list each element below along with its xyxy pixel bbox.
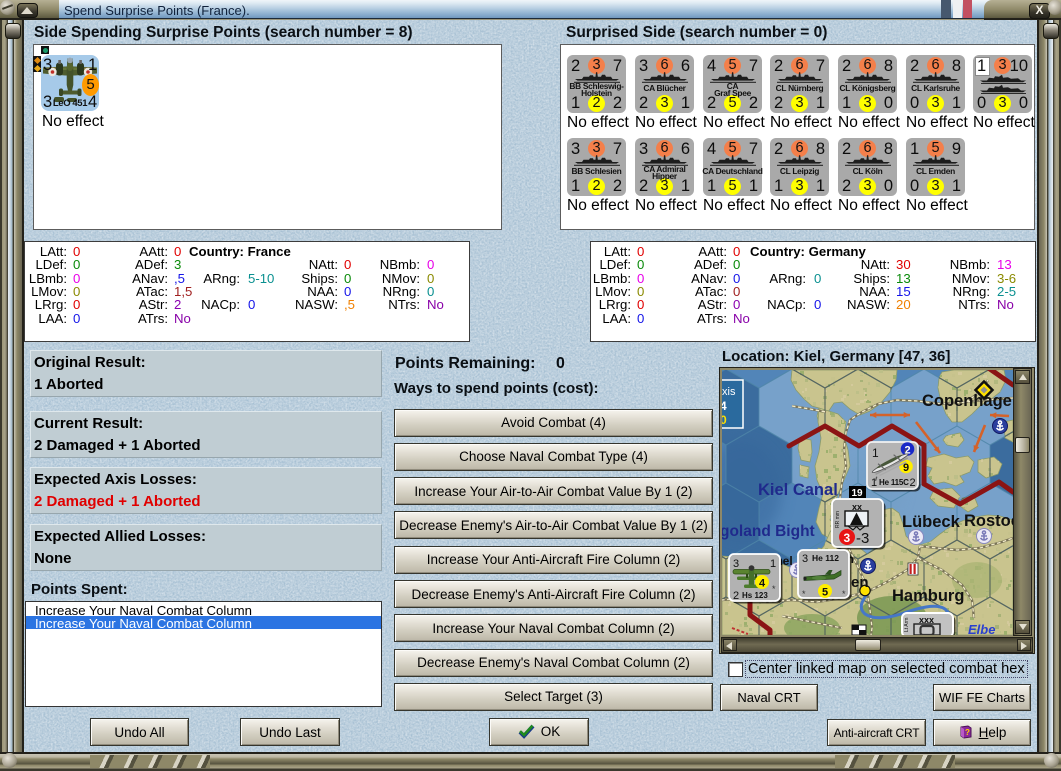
- svg-text:3: 3: [844, 531, 851, 545]
- svg-text:2: 2: [910, 477, 916, 489]
- svg-text:Hs 123: Hs 123: [742, 591, 768, 600]
- svg-text:1: 1: [770, 558, 776, 570]
- svg-text:19: 19: [852, 488, 864, 499]
- svg-text:*: *: [772, 584, 776, 594]
- svg-text:Kiel Canal: Kiel Canal: [758, 481, 838, 499]
- svg-text:xis: xis: [722, 386, 736, 398]
- svg-text:0: 0: [722, 413, 727, 427]
- svg-text:Lt Arm: Lt Arm: [904, 618, 910, 632]
- svg-text:1: 1: [871, 477, 877, 489]
- svg-text:Lübeck: Lübeck: [902, 513, 961, 531]
- svg-text:4: 4: [722, 399, 727, 413]
- svg-text:1: 1: [872, 446, 879, 460]
- svg-text:goland Bight: goland Bight: [722, 523, 815, 540]
- svg-text:RR mm: RR mm: [835, 511, 841, 528]
- svg-text:3: 3: [733, 558, 739, 570]
- svg-text:en: en: [851, 574, 869, 591]
- svg-text:-3: -3: [856, 530, 869, 547]
- svg-text:?: ?: [965, 728, 970, 737]
- svg-text:Hamburg: Hamburg: [892, 587, 964, 605]
- svg-text:Elbe: Elbe: [968, 622, 995, 635]
- svg-text:*: *: [802, 589, 806, 599]
- svg-text:Copenhagen: Copenhagen: [922, 392, 1013, 410]
- svg-text:He 112: He 112: [812, 553, 839, 563]
- svg-text:He 115C: He 115C: [879, 478, 909, 487]
- svg-text:5: 5: [822, 587, 828, 599]
- svg-text:4: 4: [759, 578, 766, 590]
- svg-text:*: *: [842, 589, 846, 599]
- svg-text:2: 2: [733, 590, 739, 602]
- svg-text:Rostock: Rostock: [964, 512, 1013, 530]
- svg-text:3: 3: [802, 553, 808, 565]
